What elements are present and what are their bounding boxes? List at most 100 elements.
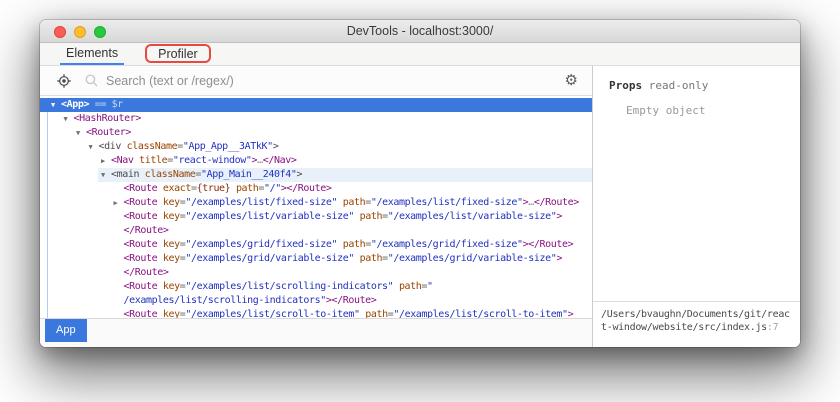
minimize-button[interactable] xyxy=(74,26,86,38)
code-segment: key xyxy=(163,211,180,222)
source-line-number: :7 xyxy=(767,322,778,333)
tree-row-selected[interactable]: ▼<App> == $r xyxy=(40,98,592,112)
code-segment: "/examples/grid/fixed-size" xyxy=(185,239,337,250)
props-header: Props read-only xyxy=(593,66,800,92)
tree-row[interactable]: ▼<Router> xyxy=(40,126,592,140)
chevron-down-icon[interactable]: ▼ xyxy=(101,168,111,182)
search-bar: ⚙ xyxy=(40,66,592,96)
code-segment: <Route xyxy=(124,281,163,292)
content-area: ⚙ ▼<App> == $r▼<HashRouter>▼<Router>▼<di… xyxy=(40,66,800,347)
code-segment: key xyxy=(163,253,180,264)
props-readonly-note: read-only xyxy=(649,79,709,92)
code-segment: /examples/list/scrolling-indicators" xyxy=(124,295,326,306)
code-segment: path xyxy=(399,281,421,292)
chevron-down-icon[interactable]: ▼ xyxy=(76,126,86,140)
tree-row[interactable]: <Route key="/examples/list/scrolling-ind… xyxy=(40,280,592,294)
code-segment: "App_App__3ATkK" xyxy=(183,141,273,152)
tree-row[interactable]: <Route key="/examples/list/variable-size… xyxy=(40,210,592,224)
code-segment: path xyxy=(365,309,387,318)
chevron-right-icon[interactable]: ▶ xyxy=(114,196,124,210)
code-segment: path xyxy=(360,211,382,222)
code-segment: <Nav xyxy=(111,155,139,166)
tree-row[interactable]: ▶<Route key="/examples/list/fixed-size" … xyxy=(40,196,592,210)
code-segment: <main xyxy=(111,169,145,180)
code-segment: "/examples/list/variable-size" xyxy=(388,211,557,222)
code-segment: ></Route> xyxy=(281,183,332,194)
code-segment: > xyxy=(297,169,303,180)
tab-profiler-label: Profiler xyxy=(158,47,198,61)
code-segment: "/examples/grid/fixed-size" xyxy=(371,239,523,250)
code-segment: ></Route> xyxy=(523,239,574,250)
tab-profiler[interactable]: Profiler xyxy=(152,43,204,65)
code-segment: "App_Main__240f4" xyxy=(201,169,297,180)
tree-row[interactable]: <Route exact={true} path="/"></Route> xyxy=(40,182,592,196)
code-segment: className xyxy=(145,169,196,180)
code-segment: "/examples/list/scroll-to-item" xyxy=(393,309,567,318)
tree-row[interactable]: ▼<HashRouter> xyxy=(40,112,592,126)
code-segment: "react-window" xyxy=(173,155,252,166)
tree-row[interactable]: /examples/list/scrolling-indicators"></R… xyxy=(40,294,592,308)
gear-icon[interactable]: ⚙ xyxy=(565,73,578,88)
tab-elements[interactable]: Elements xyxy=(60,43,124,65)
elements-panel: ⚙ ▼<App> == $r▼<HashRouter>▼<Router>▼<di… xyxy=(40,66,592,347)
tree-row[interactable]: ▶<Nav title="react-window">…</Nav> xyxy=(40,154,592,168)
code-segment: "/examples/list/scrolling-indicators" xyxy=(185,281,393,292)
tree-row[interactable]: </Route> xyxy=(40,224,592,238)
props-empty-object: Empty object xyxy=(593,92,800,117)
tab-elements-label: Elements xyxy=(66,46,118,60)
component-tree: ▼<App> == $r▼<HashRouter>▼<Router>▼<div … xyxy=(40,96,592,318)
tree-row[interactable]: <Route key="/examples/grid/fixed-size" p… xyxy=(40,238,592,252)
search-input[interactable] xyxy=(106,74,565,88)
code-segment: </Route> xyxy=(124,267,169,278)
code-segment: "/examples/list/fixed-size" xyxy=(185,197,337,208)
code-segment: > xyxy=(568,309,574,318)
code-segment: className xyxy=(127,141,178,152)
code-segment: <Router> xyxy=(86,127,131,138)
code-segment: "/examples/list/scroll-to-item" xyxy=(185,309,359,318)
code-segment: path xyxy=(343,197,365,208)
close-button[interactable] xyxy=(54,26,66,38)
code-segment: <Route xyxy=(124,239,163,250)
chevron-down-icon[interactable]: ▼ xyxy=(89,140,99,154)
code-segment: </Route> xyxy=(534,197,579,208)
code-segment: </Route> xyxy=(124,225,169,236)
code-segment: <Route xyxy=(124,183,163,194)
tree-row[interactable]: <Route key="/examples/grid/variable-size… xyxy=(40,252,592,266)
code-segment: ></Route> xyxy=(326,295,377,306)
code-segment: <App> xyxy=(61,99,89,110)
window-title: DevTools - localhost:3000/ xyxy=(347,24,494,38)
source-location-link[interactable]: /Users/bvaughn/Documents/git/react-windo… xyxy=(593,301,800,347)
code-segment: key xyxy=(163,281,180,292)
breadcrumb: App xyxy=(40,318,592,347)
code-segment: "/examples/list/variable-size" xyxy=(185,211,354,222)
code-segment: <Route xyxy=(124,253,163,264)
chevron-down-icon[interactable]: ▼ xyxy=(51,98,61,112)
code-segment: key xyxy=(163,309,180,318)
props-panel: Props read-only Empty object /Users/bvau… xyxy=(593,66,800,347)
code-segment: title xyxy=(139,155,167,166)
tree-row[interactable]: </Route> xyxy=(40,266,592,280)
code-segment: > xyxy=(556,253,562,264)
code-segment: <Route xyxy=(124,197,163,208)
title-bar[interactable]: DevTools - localhost:3000/ xyxy=(40,20,800,43)
devtools-window: DevTools - localhost:3000/ Elements Prof… xyxy=(40,20,800,347)
code-segment: <div xyxy=(99,141,127,152)
props-title: Props xyxy=(609,79,642,92)
chevron-right-icon[interactable]: ▶ xyxy=(101,154,111,168)
code-segment: "/examples/grid/variable-size" xyxy=(388,253,557,264)
code-segment: path xyxy=(236,183,258,194)
chevron-down-icon[interactable]: ▼ xyxy=(64,112,74,126)
code-segment: path xyxy=(343,239,365,250)
zoom-button[interactable] xyxy=(94,26,106,38)
code-segment: <Route xyxy=(124,309,163,318)
tree-row[interactable]: ▼<div className="App_App__3ATkK"> xyxy=(40,140,592,154)
code-segment: "/" xyxy=(264,183,281,194)
tree-row[interactable]: ▼<main className="App_Main__240f4"> xyxy=(40,168,592,182)
code-segment: key xyxy=(163,197,180,208)
tree-row[interactable]: <Route key="/examples/list/scroll-to-ite… xyxy=(40,308,592,318)
breadcrumb-item-app[interactable]: App xyxy=(45,319,87,342)
code-segment: " xyxy=(427,281,433,292)
inspect-target-icon[interactable] xyxy=(57,74,71,88)
screenshot-stage: DevTools - localhost:3000/ Elements Prof… xyxy=(0,0,840,402)
tab-bar: Elements Profiler xyxy=(40,43,800,66)
